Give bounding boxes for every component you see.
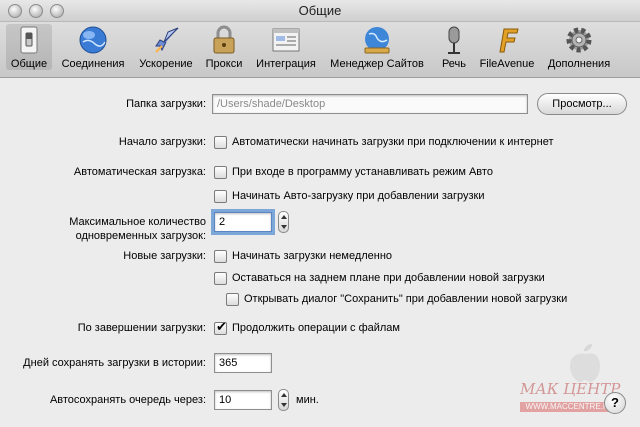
max-downloads-label: Максимальное количество одновременных за… <box>69 216 206 242</box>
stay-in-background-checkbox[interactable] <box>214 272 227 285</box>
on-complete-label: По завершении загрузки: <box>77 322 206 334</box>
open-save-dialog-checkbox[interactable] <box>226 293 239 306</box>
open-save-dialog-label[interactable]: Открывать диалог "Сохранить" при добавле… <box>244 293 567 305</box>
tab-acceleration[interactable]: Ускорение <box>131 24 201 70</box>
history-days-field[interactable]: 365 <box>214 353 272 373</box>
auto-start-on-connect-checkbox[interactable] <box>214 136 227 149</box>
auto-download-label: Автоматическая загрузка: <box>73 166 206 178</box>
tab-site-manager[interactable]: Менеджер Сайтов <box>325 24 429 70</box>
tab-integration[interactable]: Интеграция <box>251 24 321 70</box>
tab-fileavenue-label: FileAvenue <box>479 58 535 70</box>
tab-connections-label: Соединения <box>61 58 125 70</box>
preferences-toolbar: Общие Соединения Ускорение Прокси Интегр… <box>0 22 640 78</box>
switch-icon <box>20 26 38 54</box>
window-title: Общие <box>298 3 342 18</box>
title-bar: Общие <box>0 0 640 22</box>
window-integration-icon <box>272 28 300 52</box>
tab-proxy[interactable]: Прокси <box>202 24 246 70</box>
tab-general[interactable]: Общие <box>6 24 52 70</box>
history-days-label: Дней сохранять загрузки в истории: <box>23 357 206 369</box>
help-button[interactable]: ? <box>604 392 626 414</box>
fileavenue-icon <box>499 28 519 53</box>
autosave-unit-label: мин. <box>296 394 319 406</box>
max-downloads-stepper[interactable] <box>278 211 289 233</box>
tab-site-manager-label: Менеджер Сайтов <box>330 58 424 70</box>
browse-button[interactable]: Просмотр... <box>537 93 627 115</box>
auto-mode-on-launch-label[interactable]: При входе в программу устанавливать режи… <box>232 166 493 178</box>
rocket-icon <box>155 27 179 53</box>
autosave-stepper[interactable] <box>278 389 289 411</box>
preferences-window: Общие Общие Соединения Ускорение Прокси … <box>0 0 640 427</box>
auto-start-on-add-label[interactable]: Начинать Авто-загрузку при добавлении за… <box>232 190 485 202</box>
auto-start-on-add-checkbox[interactable] <box>214 190 227 203</box>
tab-proxy-label: Прокси <box>205 58 243 70</box>
max-downloads-field[interactable]: 2 <box>214 212 272 232</box>
start-immediately-label[interactable]: Начинать загрузки немедленно <box>232 250 392 262</box>
site-manager-globe-icon <box>364 27 390 54</box>
gear-icon <box>566 27 592 53</box>
tab-connections[interactable]: Соединения <box>57 24 129 70</box>
start-download-label: Начало загрузки: <box>118 136 206 148</box>
tab-integration-label: Интеграция <box>256 58 316 70</box>
download-folder-label: Папка загрузки: <box>126 98 206 110</box>
tab-speech-label: Речь <box>441 58 467 70</box>
auto-mode-on-launch-checkbox[interactable] <box>214 166 227 179</box>
watermark-brand-text: МАК ЦЕНТР <box>520 380 621 398</box>
tab-general-label: Общие <box>10 58 48 70</box>
tab-extras[interactable]: Дополнения <box>543 24 615 70</box>
tab-extras-label: Дополнения <box>547 58 611 70</box>
tab-fileavenue[interactable]: FileAvenue <box>476 24 538 70</box>
padlock-icon <box>213 25 235 54</box>
download-folder-path-field[interactable]: /Users/shade/Desktop <box>212 94 528 114</box>
tab-acceleration-label: Ускорение <box>139 58 193 70</box>
stay-in-background-label[interactable]: Оставаться на заднем плане при добавлени… <box>232 272 545 284</box>
autosave-minutes-field[interactable]: 10 <box>214 390 272 410</box>
continue-file-operations-label[interactable]: Продолжить операции с файлам <box>232 322 400 334</box>
new-downloads-label: Новые загрузки: <box>123 250 206 262</box>
apple-logo-icon <box>570 344 600 382</box>
continue-file-operations-checkbox[interactable] <box>214 319 227 335</box>
tab-speech[interactable]: Речь <box>436 24 472 70</box>
start-immediately-checkbox[interactable] <box>214 250 227 263</box>
globe-icon <box>79 26 107 54</box>
microphone-icon <box>448 26 460 54</box>
auto-start-on-connect-label[interactable]: Автоматически начинать загрузки при подк… <box>232 136 554 148</box>
autosave-label: Автосохранять очередь через: <box>49 394 206 406</box>
